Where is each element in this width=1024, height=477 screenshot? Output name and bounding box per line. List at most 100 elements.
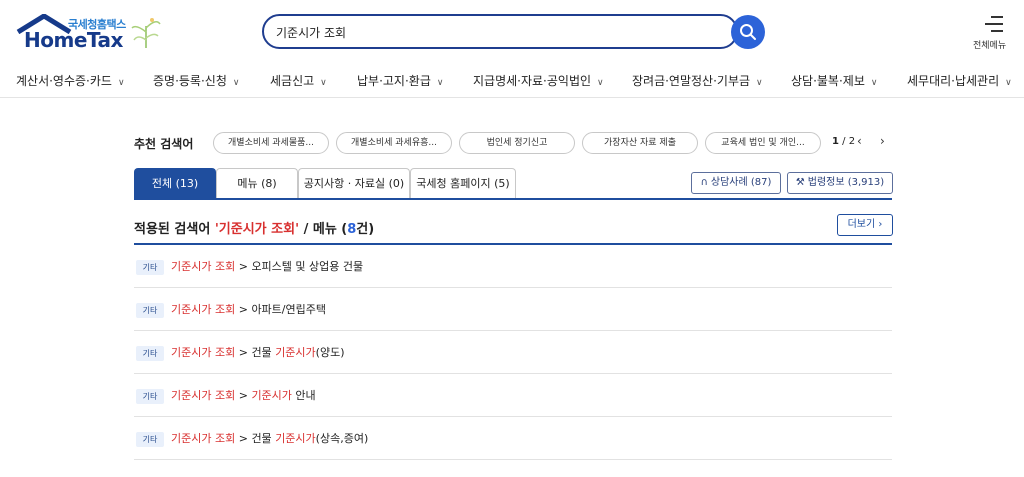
nav-item-label: 장려금·연말정산·기부금 — [632, 74, 751, 88]
result-row-text: 기준시가 조회 > 건물 기준시가(상속,증여) — [171, 430, 368, 446]
row-post: (양도) — [315, 346, 345, 359]
headset-icon: ∩ — [700, 177, 708, 188]
tab-notice[interactable]: 공지사항 · 자료실 (0) — [298, 168, 410, 199]
row-pre: 아파트/연립주택 — [251, 303, 326, 316]
page-separator: / — [838, 136, 849, 147]
all-menu-label: 전체메뉴 — [973, 41, 1007, 51]
nav-item-incentive[interactable]: 장려금·연말정산·기부금 ∨ — [632, 72, 763, 89]
logo-title: HomeTax — [24, 28, 123, 52]
recommended-chip[interactable]: 가장자산 자료 제출 — [582, 132, 698, 154]
more-button[interactable]: 더보기 › — [837, 214, 893, 236]
nav-item-payment[interactable]: 납부·고지·환급 ∨ — [357, 72, 443, 89]
chevron-down-icon: ∨ — [597, 78, 604, 88]
result-row[interactable]: 기타 기준시가 조회 > 건물 기준시가(양도) — [134, 331, 892, 374]
nav-item-tax-report[interactable]: 세금신고 ∨ — [270, 72, 327, 89]
result-count: 8 — [347, 222, 357, 237]
nav-item-label: 세무대리·납세관리 — [907, 74, 1000, 88]
row-highlight: 기준시가 — [275, 432, 316, 445]
all-menu-button[interactable]: 전체메뉴 — [973, 14, 1015, 54]
recommended-chip[interactable]: 개별소비세 과세물품... — [213, 132, 329, 154]
chevron-down-icon: ∨ — [320, 78, 327, 88]
plant-icon — [131, 18, 161, 48]
result-row[interactable]: 기타 기준시가 조회 > 아파트/연립주택 — [134, 288, 892, 331]
category-badge: 기타 — [136, 346, 164, 361]
nav-item-label: 지급명세·자료·공익법인 — [473, 74, 592, 88]
category-badge: 기타 — [136, 303, 164, 318]
recommended-title: 추천 검색어 — [134, 137, 194, 151]
page-current: 1 — [832, 136, 839, 147]
row-post: (상속,증여) — [315, 432, 369, 445]
row-pre: 건물 — [251, 346, 276, 359]
nav-item-label: 납부·고지·환급 — [357, 74, 431, 88]
law-info-button[interactable]: ⚒ 법령정보 (3,913) — [787, 172, 893, 194]
tab-nts-homepage[interactable]: 국세청 홈페이지 (5) — [410, 168, 516, 199]
result-row[interactable]: 기타 기준시가 조회 > 기준시가 안내 — [134, 374, 892, 417]
row-keyword: 기준시가 조회 — [171, 346, 236, 359]
tab-all[interactable]: 전체 (13) — [134, 168, 216, 199]
result-keyword: '기준시가 조회' — [214, 222, 300, 237]
result-suffix: 건) — [356, 222, 375, 237]
row-separator: > — [235, 260, 252, 273]
row-keyword: 기준시가 조회 — [171, 389, 236, 402]
chevron-down-icon: ∨ — [870, 78, 878, 88]
row-separator: > — [235, 389, 252, 402]
search-button[interactable] — [731, 15, 765, 49]
tab-menu[interactable]: 메뉴 (8) — [216, 168, 298, 199]
result-row[interactable]: 기타 기준시가 조회 > 오피스텔 및 상업용 건물 — [134, 245, 892, 288]
chevron-down-icon: ∨ — [436, 78, 444, 88]
chevron-left-icon[interactable]: ‹ — [857, 134, 862, 148]
search-box — [262, 14, 738, 49]
page-total: 2 — [848, 136, 856, 147]
row-separator: > — [235, 346, 252, 359]
chevron-right-icon[interactable]: › — [880, 134, 885, 148]
nav-item-label: 계산서·영수증·카드 — [16, 74, 112, 88]
result-row-text: 기준시가 조회 > 오피스텔 및 상업용 건물 — [171, 258, 363, 274]
search-icon — [740, 24, 756, 40]
nav-item-label: 증명·등록·신청 — [153, 74, 227, 88]
gavel-icon: ⚒ — [795, 177, 805, 188]
recommended-pagination: 1 / 2 — [832, 136, 855, 147]
row-highlight: 기준시가 — [275, 346, 316, 359]
more-label: 더보기 — [847, 219, 876, 230]
row-keyword: 기준시가 조회 — [171, 432, 236, 445]
nav-item-agent[interactable]: 세무대리·납세관리 ∨ — [907, 72, 1012, 89]
chevron-down-icon: ∨ — [1005, 78, 1012, 88]
result-middle: / 메뉴 ( — [299, 222, 348, 237]
nav-item-consult[interactable]: 상담·불복·제보 ∨ — [791, 72, 877, 89]
row-pre: 건물 — [251, 432, 276, 445]
category-badge: 기타 — [136, 432, 164, 447]
recommended-chip[interactable]: 교육세 법인 및 개인... — [705, 132, 821, 154]
result-row-text: 기준시가 조회 > 기준시가 안내 — [171, 387, 316, 403]
result-title: 적용된 검색어 '기준시가 조회' / 메뉴 (8건) — [134, 218, 374, 237]
chevron-down-icon: ∨ — [232, 78, 240, 88]
chevron-down-icon: ∨ — [117, 78, 125, 88]
consult-cases-button[interactable]: ∩ 상담사례 (87) — [691, 172, 781, 194]
nav-item-statement[interactable]: 지급명세·자료·공익법인 ∨ — [473, 72, 604, 89]
result-row[interactable]: 기타 기준시가 조회 > 건물 기준시가(상속,증여) — [134, 417, 892, 460]
result-row-text: 기준시가 조회 > 건물 기준시가(양도) — [171, 344, 345, 360]
header: 국세청홈택스 HomeTax 전체메뉴 — [0, 0, 1024, 62]
recommended-chip[interactable]: 법인세 정기신고 — [459, 132, 575, 154]
row-pre: 오피스텔 및 상업용 건물 — [251, 260, 364, 273]
result-prefix: 적용된 검색어 — [134, 222, 215, 237]
row-keyword: 기준시가 조회 — [171, 303, 236, 316]
row-separator: > — [235, 303, 252, 316]
tab-underline — [134, 198, 892, 200]
law-info-label: 법령정보 (3,913) — [807, 177, 885, 188]
nav-item-invoice[interactable]: 계산서·영수증·카드 ∨ — [16, 72, 125, 89]
main-nav: 계산서·영수증·카드 ∨ 증명·등록·신청 ∨ 세금신고 ∨ 납부·고지·환급 ∨ 지급… — [0, 62, 1024, 98]
row-keyword: 기준시가 조회 — [171, 260, 236, 273]
consult-cases-label: 상담사례 (87) — [710, 177, 772, 188]
row-separator: > — [235, 432, 252, 445]
row-post: 안내 — [291, 389, 316, 402]
result-row-text: 기준시가 조회 > 아파트/연립주택 — [171, 301, 326, 317]
category-badge: 기타 — [136, 260, 164, 275]
category-badge: 기타 — [136, 389, 164, 404]
nav-item-label: 상담·불복·제보 — [791, 74, 865, 88]
row-highlight: 기준시가 — [251, 389, 292, 402]
nav-item-certificate[interactable]: 증명·등록·신청 ∨ — [153, 72, 239, 89]
search-input[interactable] — [276, 22, 716, 42]
recommended-chip[interactable]: 개별소비세 과세유흥... — [336, 132, 452, 154]
chevron-down-icon: ∨ — [756, 78, 763, 88]
hometax-logo[interactable]: 국세청홈택스 HomeTax — [16, 14, 166, 52]
